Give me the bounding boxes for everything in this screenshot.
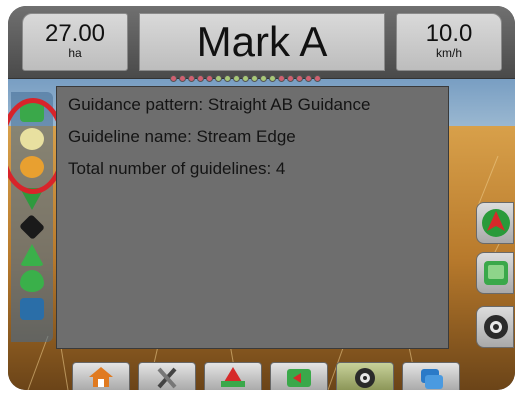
tab-field[interactable] [270,362,328,390]
tab-data[interactable] [402,362,460,390]
guideline-name-text: Guideline name: Stream Edge [68,127,296,146]
lightbar-led [215,75,222,82]
lightbar-led [197,75,204,82]
pan-icon [484,261,508,285]
area-display[interactable]: 27.00 ha [22,13,128,71]
lightbar-led [296,75,303,82]
lightbar-led [170,75,177,82]
home-icon [89,367,113,387]
lightbar-led [188,75,195,82]
guidance-info-popup: Guidance pattern: Straight AB Guidance G… [56,86,449,349]
mark-label: Mark A [196,18,328,65]
tools-icon [157,367,177,389]
mark-display[interactable]: Mark A [139,13,385,71]
pan-button[interactable] [476,252,514,294]
lightbar-led [233,75,240,82]
display-screen: 27.00 ha Mark A 10.0 km/h Guidance patte… [8,6,515,390]
guidance-lightbar [170,75,321,82]
speed-value: 10.0 [425,20,473,47]
guidance-icon [221,367,245,387]
area-unit: ha [68,46,82,60]
lightbar-led [269,75,276,82]
data-icon [421,369,443,389]
boundary-icon[interactable] [18,213,46,241]
tab-home[interactable] [72,362,130,390]
top-status-bar: 27.00 ha Mark A 10.0 km/h [8,6,515,79]
lightbar-led [179,75,186,82]
view-nav-icon [482,209,510,237]
lightbar-led [242,75,249,82]
lightbar-led [224,75,231,82]
lightbar-led [251,75,258,82]
lightbar-led [305,75,312,82]
lightbar-led [278,75,285,82]
lightbar-led [314,75,321,82]
video-icon [355,368,375,388]
tab-tools[interactable] [138,362,196,390]
tab-video[interactable] [336,362,394,390]
device-frame: 27.00 ha Mark A 10.0 km/h Guidance patte… [0,0,522,396]
camera-button[interactable] [476,306,514,348]
speed-unit: km/h [435,46,462,60]
lightbar-led [260,75,267,82]
marker-icon[interactable] [20,244,44,266]
area-value: 27.00 [44,20,106,47]
field-icon [287,369,311,387]
lightbar-led [287,75,294,82]
camera-icon [484,315,508,339]
tab-guidance[interactable] [204,362,262,390]
guideline-count-text: Total number of guidelines: 4 [68,159,286,178]
gnss-icon[interactable] [20,298,44,320]
speed-display[interactable]: 10.0 km/h [396,13,502,71]
guidance-pattern-text: Guidance pattern: Straight AB Guidance [68,95,371,114]
lightbar-led [206,75,213,82]
view-nav-button[interactable] [476,202,514,244]
product-icon[interactable] [20,270,44,292]
